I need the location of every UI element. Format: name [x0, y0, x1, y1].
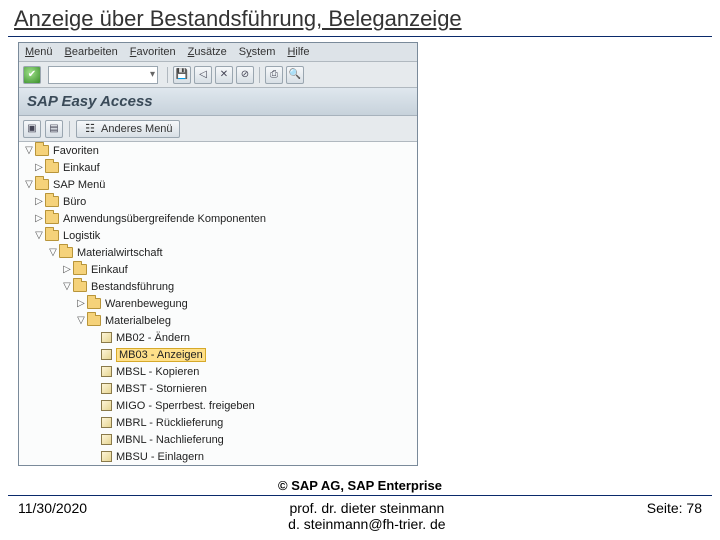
window-title: SAP Easy Access	[19, 88, 417, 116]
exit-icon[interactable]: ✕	[215, 66, 233, 84]
tree-node-materialwirtschaft[interactable]: ▽Materialwirtschaft	[19, 244, 417, 261]
folder-open-icon	[59, 247, 73, 258]
tree-leaf-migo[interactable]: MIGO - Sperrbest. freigeben	[19, 397, 417, 414]
footer-author: prof. dr. dieter steinmann d. steinmann@…	[87, 500, 647, 532]
tree-leaf-mbsu[interactable]: MBSU - Einlagern	[19, 448, 417, 465]
tree-node-sap-menu[interactable]: ▽SAP Menü	[19, 176, 417, 193]
tree-node-einkauf[interactable]: ▷Einkauf	[19, 261, 417, 278]
slide-title: Anzeige über Bestandsführung, Beleganzei…	[0, 0, 720, 36]
enter-button[interactable]: ✔	[23, 66, 41, 84]
favorite-up-icon[interactable]: ▣	[23, 120, 41, 138]
folder-icon	[45, 213, 59, 224]
menu-favoriten[interactable]: Favoriten	[130, 46, 176, 58]
folder-open-icon	[35, 145, 49, 156]
standard-toolbar: ✔ ▾ 💾 ◁ ✕ ⊘ ⎙ 🔍	[19, 62, 417, 88]
tree-node-buero[interactable]: ▷Büro	[19, 193, 417, 210]
folder-open-icon	[35, 179, 49, 190]
tree-node-materialbeleg[interactable]: ▽Materialbeleg	[19, 312, 417, 329]
toolbar-separator	[69, 121, 70, 137]
menu-menu[interactable]: MMenüenü	[25, 46, 53, 58]
back-icon[interactable]: ◁	[194, 66, 212, 84]
tree-icon: ☷	[83, 122, 97, 136]
menu-hilfe[interactable]: Hilfe	[287, 46, 309, 58]
transaction-icon	[101, 383, 112, 394]
print-icon[interactable]: ⎙	[265, 66, 283, 84]
app-toolbar: ▣ ▤ ☷Anderes Menü	[19, 116, 417, 142]
tree-leaf-mbst[interactable]: MBST - Stornieren	[19, 380, 417, 397]
slide-footer: © SAP AG, SAP Enterprise 11/30/2020 prof…	[0, 478, 720, 532]
favorite-down-icon[interactable]: ▤	[45, 120, 63, 138]
menubar: MMenüenü Bearbeiten Favoriten Zusätze Sy…	[19, 43, 417, 62]
footer-divider	[8, 495, 712, 496]
transaction-icon	[101, 400, 112, 411]
tree-node-favoriten[interactable]: ▽Favoriten	[19, 142, 417, 159]
other-menu-button[interactable]: ☷Anderes Menü	[76, 120, 180, 138]
tree-leaf-mbnl[interactable]: MBNL - Nachlieferung	[19, 431, 417, 448]
tree-leaf-mb02[interactable]: MB02 - Ändern	[19, 329, 417, 346]
tree-leaf-mb03[interactable]: MB03 - Anzeigen	[19, 346, 417, 363]
transaction-icon	[101, 434, 112, 445]
copyright-text: © SAP AG, SAP Enterprise	[0, 478, 720, 493]
transaction-icon	[101, 366, 112, 377]
transaction-icon	[101, 349, 112, 360]
transaction-icon	[101, 417, 112, 428]
tree-node-anwendung[interactable]: ▷Anwendungsübergreifende Komponenten	[19, 210, 417, 227]
footer-date: 11/30/2020	[18, 500, 87, 516]
save-icon[interactable]: 💾	[173, 66, 191, 84]
folder-icon	[87, 298, 101, 309]
tree-node-logistik[interactable]: ▽Logistik	[19, 227, 417, 244]
folder-open-icon	[87, 315, 101, 326]
tree-node-bestandsfuehrung[interactable]: ▽Bestandsführung	[19, 278, 417, 295]
nav-tree: ▽Favoriten ▷Einkauf ▽SAP Menü ▷Büro ▷Anw…	[19, 142, 417, 465]
tree-leaf-mbsl[interactable]: MBSL - Kopieren	[19, 363, 417, 380]
tree-node-einkauf-fav[interactable]: ▷Einkauf	[19, 159, 417, 176]
folder-icon	[45, 196, 59, 207]
folder-icon	[45, 162, 59, 173]
find-icon[interactable]: 🔍	[286, 66, 304, 84]
menu-system[interactable]: System	[239, 46, 276, 58]
cancel-icon[interactable]: ⊘	[236, 66, 254, 84]
transaction-icon	[101, 332, 112, 343]
command-field[interactable]: ▾	[48, 66, 158, 84]
folder-icon	[73, 264, 87, 275]
folder-open-icon	[73, 281, 87, 292]
footer-page: Seite: 78	[647, 500, 702, 516]
menu-bearbeiten[interactable]: Bearbeiten	[65, 46, 118, 58]
folder-open-icon	[45, 230, 59, 241]
tree-node-warenbewegung[interactable]: ▷Warenbewegung	[19, 295, 417, 312]
tree-leaf-mbrl[interactable]: MBRL - Rücklieferung	[19, 414, 417, 431]
transaction-icon	[101, 451, 112, 462]
menu-zusaetze[interactable]: Zusätze	[188, 46, 227, 58]
toolbar-separator	[167, 67, 168, 83]
toolbar-separator	[259, 67, 260, 83]
sap-window: MMenüenü Bearbeiten Favoriten Zusätze Sy…	[18, 42, 418, 466]
title-underline	[8, 36, 712, 37]
